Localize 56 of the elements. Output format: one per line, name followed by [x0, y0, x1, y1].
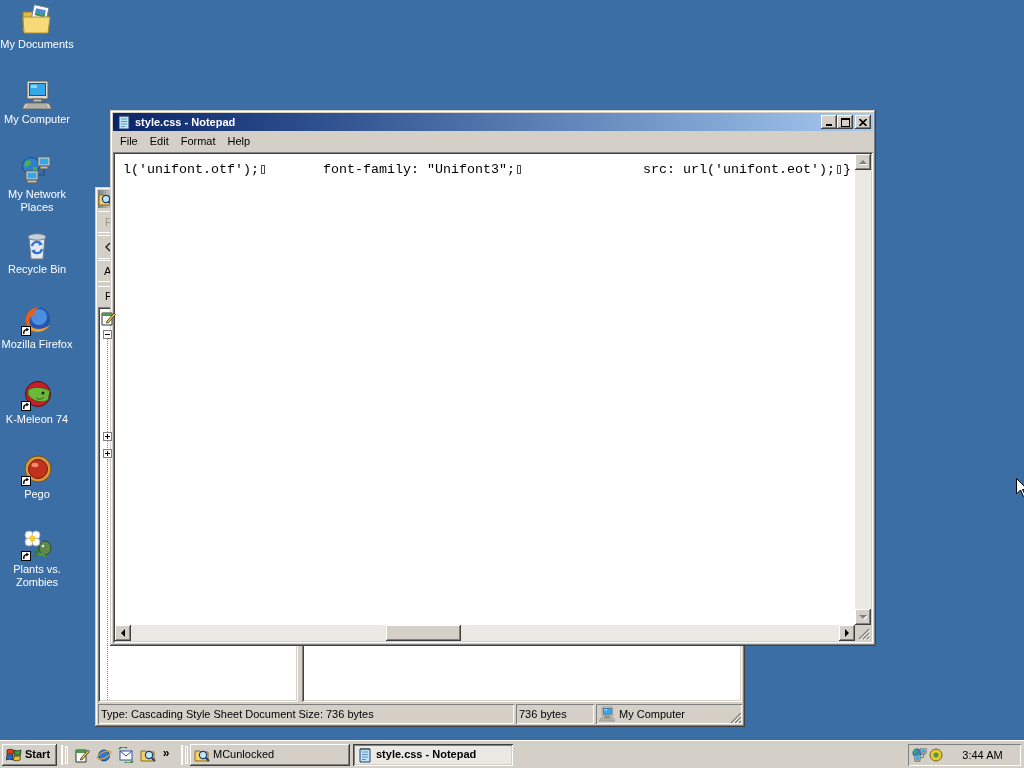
flag-icon [6, 746, 22, 763]
scroll-down-button[interactable] [855, 609, 871, 625]
close-icon [859, 118, 867, 126]
minimize-icon [826, 124, 832, 126]
desktop-item[interactable]: My Documents [0, 1, 74, 76]
computer-icon [599, 706, 615, 722]
disc-icon[interactable] [928, 746, 944, 763]
scroll-left-button[interactable] [115, 625, 131, 641]
desktop-item[interactable]: Recycle Bin [0, 226, 74, 301]
window-title: style.css - Notepad [135, 115, 236, 129]
desktop-item[interactable]: Plants vs. Zombies [0, 526, 74, 601]
envelope-arrows-icon [118, 746, 134, 763]
document-pen-icon [74, 746, 90, 763]
close-button[interactable] [855, 115, 871, 129]
desktop-item[interactable]: Pego [0, 451, 74, 526]
right-triangle-icon [843, 629, 851, 637]
desktop-item[interactable]: K-Meleon 74 [0, 376, 74, 451]
scroll-up-button[interactable] [855, 154, 871, 170]
desktop-item[interactable]: My Computer [0, 76, 74, 151]
status-bar-text: 736 bytes [516, 704, 594, 724]
notepad-icon [357, 746, 373, 763]
globe-orbit-icon [96, 746, 112, 763]
menu-item[interactable]: File [114, 133, 144, 150]
plus-box-icon[interactable] [103, 432, 112, 441]
title-bar[interactable]: style.css - Notepad [113, 113, 873, 131]
scroll-right-button[interactable] [839, 625, 855, 641]
status-bar-text: Type: Cascading Style Sheet Document Size: 736 bytes [98, 704, 514, 724]
start-button[interactable]: Start [2, 743, 57, 766]
up-triangle-icon [859, 158, 867, 166]
left-triangle-icon [119, 629, 127, 637]
desktop-item[interactable]: Mozilla Firefox [0, 301, 74, 376]
menu-item[interactable]: Help [221, 133, 257, 150]
more-button[interactable]: » [159, 744, 173, 761]
resize-grip-icon[interactable] [730, 712, 742, 724]
text-editor[interactable]: l('unifont.otf');▯ font-family: "Unifont3";▯ src: url('unifont.eot');▯} [113, 152, 873, 643]
menu-item[interactable]: Edit [143, 133, 175, 150]
minus-box-icon[interactable] [103, 330, 112, 339]
status-bar-text: My Computer [619, 707, 686, 721]
clock-text: 3:44 AM [961, 747, 1004, 762]
down-triangle-icon [859, 613, 867, 621]
taskbar-button[interactable]: style.css - Notepad [353, 743, 513, 766]
horizontal-scrollbar[interactable] [115, 625, 855, 641]
plus-box-icon[interactable] [103, 449, 112, 458]
desktop-item[interactable]: My Network Places [0, 151, 74, 226]
taskbar-button[interactable]: MCunlocked [190, 743, 350, 766]
document-text: l('unifont.otf');▯ font-family: "Unifont3";▯ src: url('unifont.eot');▯} [123, 162, 851, 177]
scrollbar-thumb[interactable] [386, 625, 461, 641]
maximize-button[interactable] [837, 115, 853, 129]
notepad-icon [116, 114, 132, 130]
minimize-button[interactable] [821, 115, 837, 129]
network-computers-icon[interactable] [912, 746, 928, 763]
vertical-scrollbar[interactable] [855, 154, 871, 625]
menu-item[interactable]: Format [174, 133, 222, 150]
title-bar[interactable] [98, 190, 110, 208]
resize-grip-icon[interactable] [858, 628, 870, 640]
maximize-icon [840, 117, 850, 127]
